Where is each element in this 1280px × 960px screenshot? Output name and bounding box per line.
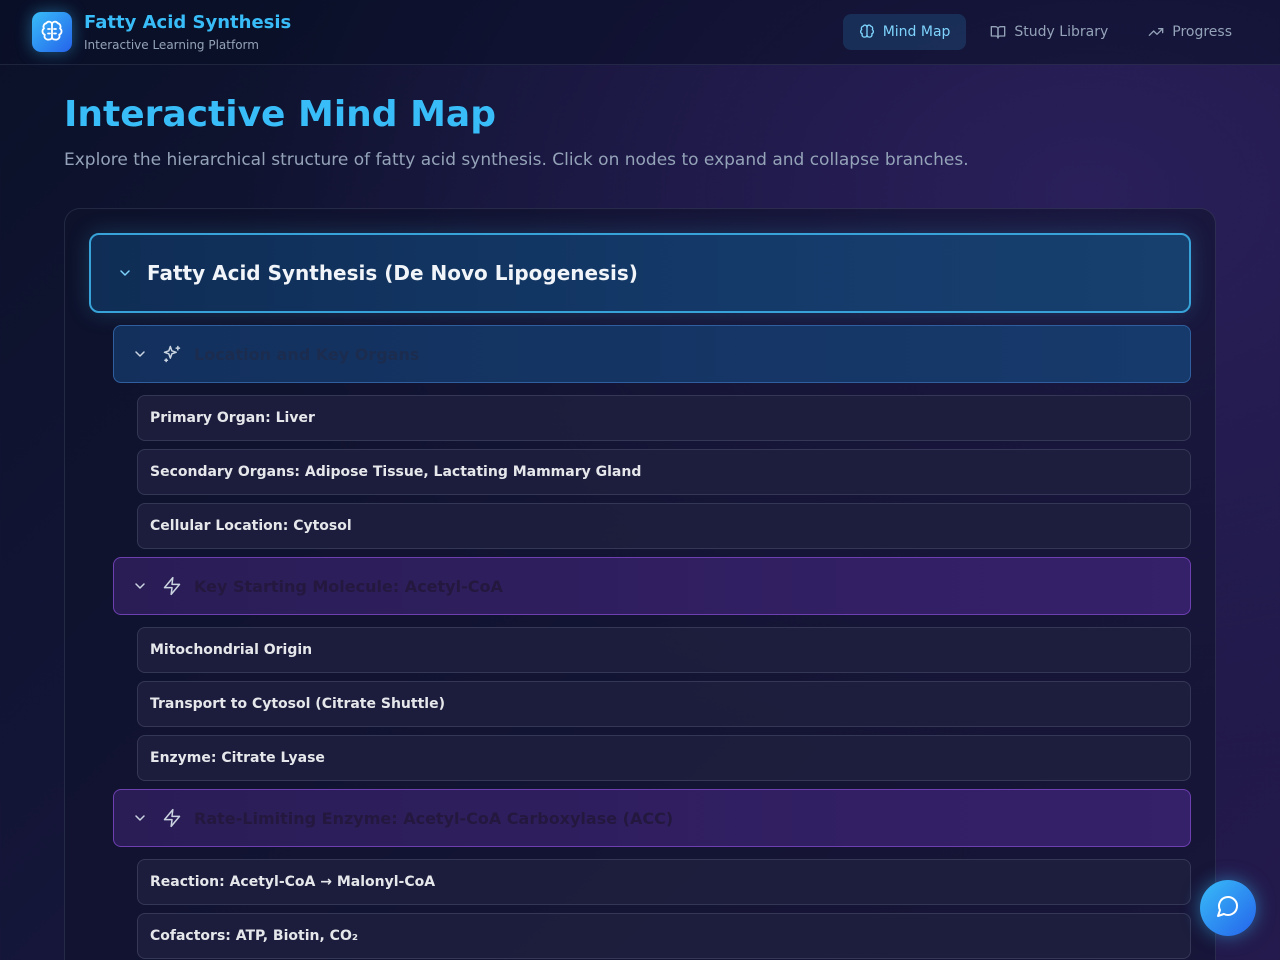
chevron-down-icon[interactable] bbox=[117, 265, 133, 281]
chevron-down-icon[interactable] bbox=[132, 578, 148, 594]
chat-bubble-icon bbox=[1216, 894, 1240, 922]
leaf-node[interactable]: Cofactors: ATP, Biotin, CO₂ bbox=[137, 913, 1191, 959]
leaf-node[interactable]: Reaction: Acetyl-CoA → Malonyl-CoA bbox=[137, 859, 1191, 905]
page-description: Explore the hierarchical structure of fa… bbox=[64, 150, 969, 170]
lightning-icon bbox=[162, 808, 182, 828]
branch-label: Key Starting Molecule: Acetyl-CoA bbox=[194, 576, 503, 596]
chevron-down-icon[interactable] bbox=[132, 346, 148, 362]
brain-logo-icon[interactable] bbox=[32, 12, 72, 52]
branch-label: Location and Key Organs bbox=[194, 344, 420, 364]
branch-label: Rate-Limiting Enzyme: Acetyl-CoA Carboxy… bbox=[194, 808, 674, 828]
book-icon bbox=[990, 24, 1006, 40]
leaf-node[interactable]: Secondary Organs: Adipose Tissue, Lactat… bbox=[137, 449, 1191, 495]
page-title: Interactive Mind Map bbox=[64, 94, 496, 135]
nav-study-library-label: Study Library bbox=[1014, 24, 1109, 40]
brand-subtitle: Interactive Learning Platform bbox=[84, 38, 259, 52]
nav-mind-map-label: Mind Map bbox=[882, 24, 951, 40]
top-navigation-bar: Fatty Acid Synthesis Interactive Learnin… bbox=[0, 0, 1280, 65]
root-node-label: Fatty Acid Synthesis (De Novo Lipogenesi… bbox=[147, 261, 638, 285]
branch-key-starting-molecule[interactable]: Key Starting Molecule: Acetyl-CoA bbox=[113, 557, 1191, 615]
trending-up-icon bbox=[1148, 24, 1164, 40]
brand-title: Fatty Acid Synthesis bbox=[84, 12, 292, 33]
branch-rate-limiting-enzyme[interactable]: Rate-Limiting Enzyme: Acetyl-CoA Carboxy… bbox=[113, 789, 1191, 847]
lightning-icon bbox=[162, 576, 182, 596]
leaf-node[interactable]: Mitochondrial Origin bbox=[137, 627, 1191, 673]
brain-icon bbox=[859, 24, 875, 40]
chevron-down-icon[interactable] bbox=[132, 810, 148, 826]
chat-button[interactable] bbox=[1200, 880, 1256, 936]
leaf-node[interactable]: Transport to Cytosol (Citrate Shuttle) bbox=[137, 681, 1191, 727]
sparkles-icon bbox=[162, 344, 182, 364]
leaf-node[interactable]: Cellular Location: Cytosol bbox=[137, 503, 1191, 549]
leaf-node[interactable]: Primary Organ: Liver bbox=[137, 395, 1191, 441]
nav-mind-map[interactable]: Mind Map bbox=[842, 14, 967, 50]
branch-location-and-key-organs[interactable]: Location and Key Organs bbox=[113, 325, 1191, 383]
main-nav: Mind Map Study Library Progress bbox=[842, 14, 1248, 50]
nav-progress[interactable]: Progress bbox=[1132, 14, 1248, 50]
nav-study-library[interactable]: Study Library bbox=[974, 14, 1124, 50]
nav-progress-label: Progress bbox=[1172, 24, 1232, 40]
mind-map-root-node[interactable]: Fatty Acid Synthesis (De Novo Lipogenesi… bbox=[89, 233, 1191, 313]
leaf-node[interactable]: Enzyme: Citrate Lyase bbox=[137, 735, 1191, 781]
